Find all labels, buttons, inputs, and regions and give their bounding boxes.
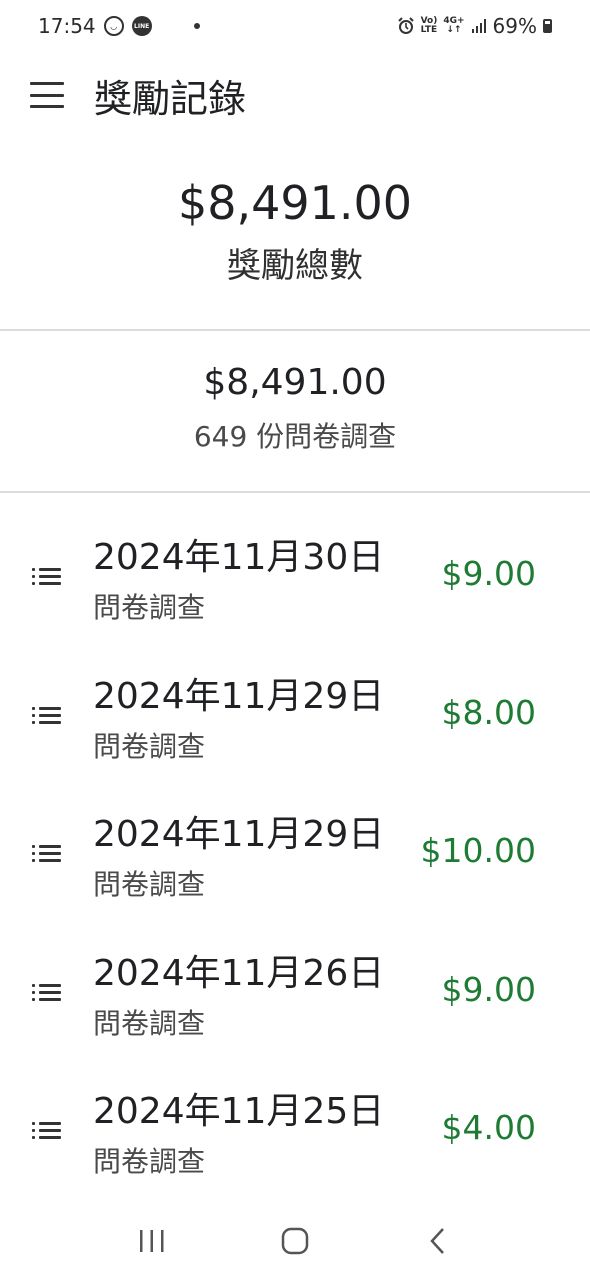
list-icon	[32, 845, 62, 863]
reward-type: 問卷調查	[93, 1145, 206, 1178]
summary-count: 649 份問卷調查	[193, 420, 397, 453]
system-nav-bar	[0, 1202, 590, 1280]
divider-top	[0, 329, 590, 331]
smiley-notification-icon: ◡	[103, 16, 124, 36]
reward-date: 2024年11月29日	[93, 675, 385, 717]
volte-indicator: Vo) LTE	[421, 17, 438, 35]
total-label: 獎勵總數	[227, 246, 363, 286]
status-left: 17:54 ◡ LINE	[38, 14, 200, 38]
battery-percent: 69%	[492, 14, 537, 38]
signal-icon	[471, 19, 486, 33]
reward-date: 2024年11月29日	[93, 814, 385, 855]
reward-date: 2024年11月30日	[93, 537, 385, 578]
battery-icon	[543, 19, 552, 33]
status-bar: 17:54 ◡ LINE Vo) LTE 4G+ ↓↑ 69%	[0, 0, 590, 52]
reward-amount: $9.00	[441, 969, 536, 1009]
list-icon	[32, 706, 62, 725]
reward-row[interactable]: 2024年11月26日 問卷調查 $9.00	[0, 916, 590, 1055]
reward-row[interactable]: 2024年11月25日 問卷調查 $4.00	[0, 1054, 590, 1193]
reward-amount: $8.00	[441, 692, 536, 732]
status-right: Vo) LTE 4G+ ↓↑ 69%	[397, 14, 552, 38]
home-icon[interactable]	[265, 1221, 325, 1261]
reward-type: 問卷調查	[93, 729, 206, 763]
data-type-text: 4G+	[443, 16, 465, 26]
reward-row[interactable]: 2024年11月29日 問卷調查 $8.00	[0, 639, 590, 778]
list-icon	[32, 568, 62, 586]
screen: 17:54 ◡ LINE Vo) LTE 4G+ ↓↑ 69% 獎勵記錄 $8,…	[0, 0, 590, 1280]
reward-amount: $9.00	[441, 554, 536, 593]
app-bar: 獎勵記錄	[0, 52, 590, 138]
rewards-total: $8,491.00 獎勵總數	[0, 176, 590, 287]
reward-amount: $10.00	[420, 831, 536, 870]
surveys-summary: $8,491.00 649 份問卷調查	[0, 362, 590, 455]
recent-apps-icon[interactable]	[122, 1221, 182, 1261]
more-notifications-dot-icon	[193, 23, 200, 29]
data-type-indicator: 4G+ ↓↑	[443, 16, 465, 35]
line-notification-icon: LINE	[131, 16, 152, 36]
reward-date: 2024年11月25日	[93, 1091, 385, 1132]
status-time: 17:54	[38, 14, 96, 38]
page-title: 獎勵記錄	[94, 76, 247, 121]
reward-type: 問卷調查	[93, 1006, 206, 1040]
reward-date: 2024年11月26日	[93, 952, 385, 994]
summary-amount: $8,491.00	[203, 362, 387, 403]
list-icon	[32, 1122, 62, 1140]
reward-row[interactable]: 2024年11月30日 問卷調查 $9.00	[0, 500, 590, 639]
reward-list: 2024年11月30日 問卷調查 $9.00 2024年11月29日 問卷調查 …	[0, 500, 590, 1193]
reward-amount: $4.00	[441, 1108, 536, 1147]
back-icon[interactable]	[408, 1221, 468, 1261]
list-icon	[32, 983, 62, 1002]
menu-icon[interactable]	[30, 82, 64, 108]
volte-bottom-text: LTE	[420, 25, 438, 35]
reward-row[interactable]: 2024年11月29日 問卷調查 $10.00	[0, 777, 590, 916]
alarm-icon	[397, 17, 414, 34]
reward-type: 問卷調查	[93, 591, 206, 624]
reward-type: 問卷調查	[93, 868, 206, 901]
divider-bottom	[0, 491, 590, 493]
total-amount: $8,491.00	[177, 176, 413, 230]
